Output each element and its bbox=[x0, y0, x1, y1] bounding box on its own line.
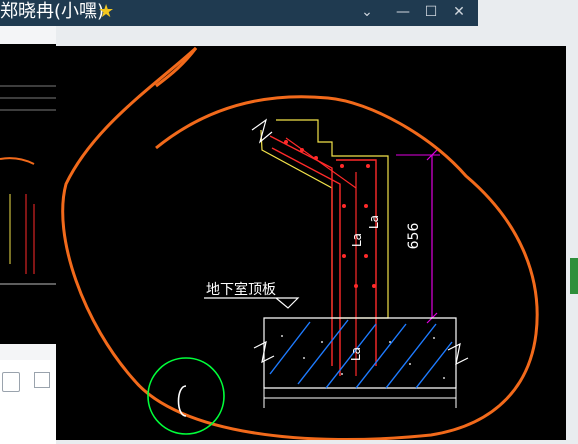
calendar-icon[interactable] bbox=[34, 372, 50, 388]
slab-label: 地下室顶板 bbox=[206, 281, 276, 298]
cad-drawing-view[interactable]: 656 La La 地下室顶板 La bbox=[56, 46, 566, 442]
cad-canvas: 656 La La 地下室顶板 La bbox=[61, 46, 539, 442]
star-icon[interactable]: ★ bbox=[98, 1, 114, 22]
rebar-2 bbox=[271, 147, 341, 376]
rebar-diagonal bbox=[285, 137, 357, 189]
right-green-tab[interactable] bbox=[570, 258, 578, 294]
left-bottom-toolbar bbox=[0, 360, 56, 444]
left-thumbnail-cad[interactable] bbox=[0, 44, 56, 344]
title-bar: 郑晓冉(小嘿) ★ ⌄ — ☐ ✕ bbox=[0, 0, 478, 26]
cursor-glyph bbox=[177, 385, 187, 417]
slab-leader bbox=[204, 297, 300, 309]
window-title: 郑晓冉(小嘿) bbox=[0, 1, 105, 22]
chevron-down-icon[interactable]: ⌄ bbox=[356, 2, 378, 22]
la-label-column-1: La bbox=[350, 233, 364, 247]
cursor-circle bbox=[147, 357, 225, 435]
device-icon[interactable] bbox=[2, 372, 20, 392]
break-mark-right bbox=[447, 342, 469, 366]
maximize-icon[interactable]: ☐ bbox=[420, 2, 442, 22]
close-icon[interactable]: ✕ bbox=[448, 2, 470, 22]
la-label-slab: La bbox=[349, 347, 363, 361]
minimize-icon[interactable]: — bbox=[392, 2, 414, 22]
left-thumbnail-svg bbox=[0, 85, 56, 285]
la-label-column-2: La bbox=[367, 215, 381, 229]
dimension-value: 656 bbox=[406, 223, 422, 250]
